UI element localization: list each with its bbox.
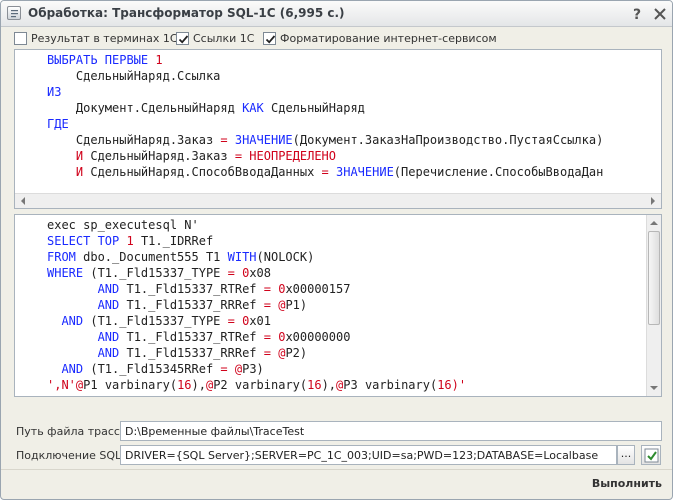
code-line: ГДЕ xyxy=(47,117,69,131)
checkmark-icon xyxy=(178,35,189,44)
query-text[interactable]: ВЫБРАТЬ ПЕРВЫЕ 1 СдельныйНаряд.Ссылка ИЗ … xyxy=(15,50,661,208)
close-icon xyxy=(654,8,666,20)
checkmark-icon xyxy=(265,35,276,44)
close-button[interactable] xyxy=(651,5,669,23)
sql-connection-input[interactable]: DRIVER={SQL Server};SERVER=PC_1C_003;UID… xyxy=(120,445,617,465)
code-line: ',N'@P1 varbinary(16),@P2 varbinary(16),… xyxy=(47,378,467,392)
option-internet-formatting[interactable]: Форматирование интернет-сервисом xyxy=(263,31,497,47)
scroll-up-icon[interactable] xyxy=(647,216,661,230)
checkbox-internet-formatting[interactable] xyxy=(263,32,276,45)
scroll-right-icon[interactable] xyxy=(646,194,660,208)
option-links-1c[interactable]: Ссылки 1С xyxy=(176,31,256,47)
trace-path-row: Путь файла трассы: D:\Временные файлы\Tr… xyxy=(1,421,672,441)
trace-path-input[interactable]: D:\Временные файлы\TraceTest xyxy=(120,421,662,441)
code-line: AND (T1._Fld15345RRef = @P3) xyxy=(47,362,264,376)
query-editor[interactable]: ВЫБРАТЬ ПЕРВЫЕ 1 СдельныйНаряд.Ссылка ИЗ … xyxy=(14,49,662,209)
code-line: FROM dbo._Document555 T1 WITH(NOLOCK) xyxy=(47,250,315,264)
processing-window: Обработка: Трансформатор SQL-1С (6,995 с… xyxy=(0,0,673,500)
code-line: SELECT TOP 1 T1._IDRRef xyxy=(47,234,214,248)
checkbox-links-1c[interactable] xyxy=(176,32,189,45)
sql-connection-label: Подключение SQL: xyxy=(16,449,125,462)
code-line: СдельныйНаряд.Ссылка xyxy=(47,69,221,83)
run-button[interactable]: Выполнить xyxy=(590,476,664,494)
code-line: exec sp_executesql N' xyxy=(47,218,199,232)
code-line: AND T1._Fld15337_RRRef = @P2) xyxy=(47,346,308,360)
footer-bar: Выполнить xyxy=(1,469,672,499)
checkmark-icon xyxy=(644,448,659,463)
code-line: AND (T1._Fld15337_TYPE = 0x01 xyxy=(47,314,271,328)
scroll-left-icon[interactable] xyxy=(16,194,30,208)
select-connection-button[interactable]: ... xyxy=(617,445,635,465)
query-horizontal-scrollbar[interactable] xyxy=(15,193,661,208)
options-bar: Результат в терминах 1С Ссылки 1С Формат… xyxy=(1,29,672,49)
code-line: И СдельныйНаряд.СпособВводаДанных = ЗНАЧ… xyxy=(47,165,604,179)
sql-editor[interactable]: exec sp_executesql N' SELECT TOP 1 T1._ID… xyxy=(14,214,662,397)
code-line: ВЫБРАТЬ ПЕРВЫЕ 1 xyxy=(47,53,163,67)
code-line: AND T1._Fld15337_RRRef = @P1) xyxy=(47,298,308,312)
help-button[interactable]: ? xyxy=(628,5,646,23)
option-result-in-1c-terms[interactable]: Результат в терминах 1С xyxy=(14,31,178,47)
svg-text:?: ? xyxy=(633,7,641,23)
title-bar[interactable]: Обработка: Трансформатор SQL-1С (6,995 с… xyxy=(1,1,672,27)
code-line: ИЗ xyxy=(47,85,62,99)
code-line: WHERE (T1._Fld15337_TYPE = 0x08 xyxy=(47,266,271,280)
form-icon xyxy=(7,6,21,20)
sql-connection-row: Подключение SQL: DRIVER={SQL Server};SER… xyxy=(1,445,672,465)
checkbox-result-in-1c-terms[interactable] xyxy=(14,32,27,45)
test-connection-button[interactable] xyxy=(641,445,661,465)
help-icon: ? xyxy=(633,7,641,23)
code-line: AND T1._Fld15337_RTRef = 0x00000000 xyxy=(47,330,351,344)
trace-path-label: Путь файла трассы: xyxy=(16,425,133,438)
scroll-down-icon[interactable] xyxy=(647,381,661,395)
option-label: Форматирование интернет-сервисом xyxy=(280,32,497,45)
option-label: Результат в терминах 1С xyxy=(31,32,178,45)
window-title: Обработка: Трансформатор SQL-1С (6,995 с… xyxy=(28,6,345,20)
option-label: Ссылки 1С xyxy=(193,32,255,45)
sql-scroll-thumb[interactable] xyxy=(648,231,660,325)
code-line: И СдельныйНаряд.Заказ = НЕОПРЕДЕЛЕНО xyxy=(47,149,336,163)
sql-text[interactable]: exec sp_executesql N' SELECT TOP 1 T1._ID… xyxy=(15,215,646,396)
code-line: СдельныйНаряд.Заказ = ЗНАЧЕНИЕ(Документ.… xyxy=(47,133,604,147)
code-line: AND T1._Fld15337_RTRef = 0x00000157 xyxy=(47,282,351,296)
code-line: Документ.СдельныйНаряд КАК СдельныйНаряд xyxy=(47,101,365,115)
sql-vertical-scrollbar[interactable] xyxy=(646,215,661,396)
